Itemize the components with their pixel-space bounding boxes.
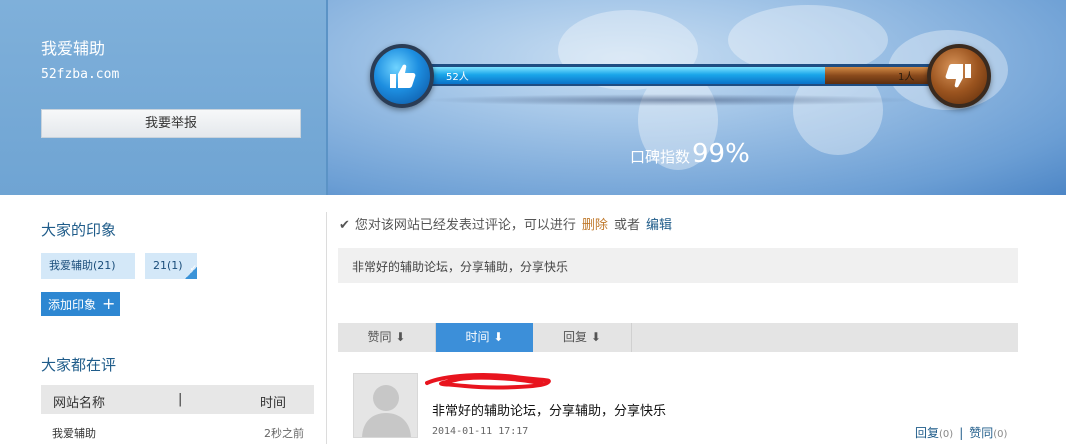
notice-or: 或者 [613, 218, 640, 233]
check-icon: ✓ [185, 264, 197, 279]
plus-icon: + [102, 294, 116, 313]
score-label: 口碑指数 [630, 148, 691, 166]
add-impression-label: 添加印象 [48, 298, 97, 312]
avatar[interactable] [353, 373, 418, 438]
edit-link[interactable]: 编辑 [646, 218, 672, 233]
add-impression-button[interactable]: 添加印象 + [41, 292, 120, 316]
review-actions: 回复(0) | 赞同(0) [915, 424, 1007, 441]
tab-agree[interactable]: 赞同 ⬇ [338, 323, 436, 352]
redaction-scribble [425, 373, 551, 390]
review-time: 2014-01-11 17:17 [432, 426, 529, 437]
agree-link[interactable]: 赞同 [969, 426, 993, 440]
sort-tabs: 赞同 ⬇ 时间 ⬇ 回复 ⬇ [338, 323, 1018, 352]
column-time: 时间 [260, 396, 287, 411]
notice-text: 您对该网站已经发表过评论，可以进行 [354, 218, 576, 233]
review-text: 非常好的辅助论坛，分享辅助，分享快乐 [432, 404, 667, 419]
thumbs-up-icon [390, 64, 416, 88]
reply-count: (0) [939, 429, 954, 440]
reply-link[interactable]: 回复 [915, 426, 939, 440]
arrow-down-icon: ⬇ [395, 330, 406, 344]
report-button[interactable]: 我要举报 [41, 109, 301, 138]
thumbs-down-icon [945, 64, 971, 88]
impressions-title: 大家的印象 [41, 221, 117, 239]
row-site-name[interactable]: 我爱辅助 [52, 425, 96, 441]
impression-tag-label: 我爱辅助(21) [49, 259, 116, 272]
check-icon: ✔ [339, 218, 350, 233]
vote-bar-shadow [420, 94, 920, 106]
site-rating-page: 我爱辅助 52fzba.com 我要举报 52人 1人 口碑指数99% 大家的印… [0, 0, 1066, 444]
table-row[interactable]: 我爱辅助 2秒之前 [41, 420, 314, 444]
reviewing-table-header: 网站名称 | 时间 [41, 385, 314, 414]
tab-time[interactable]: 时间 ⬇ [436, 323, 533, 352]
tab-reply[interactable]: 回复 ⬇ [533, 323, 632, 352]
tab-time-label: 时间 [465, 330, 490, 344]
column-separator: | [178, 392, 183, 407]
dislike-count: 1人 [898, 72, 915, 83]
reviewing-title: 大家都在评 [41, 356, 117, 374]
site-url: 52fzba.com [41, 67, 120, 82]
tab-reply-label: 回复 [563, 330, 588, 344]
my-comment-text: 非常好的辅助论坛，分享辅助，分享快乐 [352, 260, 569, 274]
agree-count: (0) [993, 429, 1008, 440]
reputation-score: 口碑指数99% [630, 139, 750, 169]
site-name: 我爱辅助 [41, 39, 106, 58]
like-bar [420, 67, 825, 84]
arrow-down-icon: ⬇ [493, 330, 504, 344]
column-site-name: 网站名称 [53, 396, 106, 411]
arrow-down-icon: ⬇ [590, 330, 601, 344]
impression-tag[interactable]: 我爱辅助(21) [41, 253, 135, 279]
actions-separator: | [959, 426, 964, 440]
row-time: 2秒之前 [264, 427, 304, 440]
site-info-panel: 我爱辅助 52fzba.com 我要举报 [0, 0, 326, 195]
already-reviewed-notice: ✔ 您对该网站已经发表过评论，可以进行 删除 或者 编辑 [339, 214, 678, 233]
dislike-bar [825, 67, 935, 84]
impression-tag-selected[interactable]: 21(1) ✓ [145, 253, 197, 279]
thumbs-up-button[interactable] [370, 44, 434, 108]
my-comment-box: 非常好的辅助论坛，分享辅助，分享快乐 [338, 248, 1018, 283]
like-count: 52人 [446, 72, 469, 83]
thumbs-down-button[interactable] [927, 44, 991, 108]
score-value: 99% [692, 139, 750, 169]
user-silhouette-icon [362, 385, 411, 437]
delete-link[interactable]: 删除 [582, 218, 608, 233]
impression-tag-label: 21(1) [153, 259, 183, 272]
tab-agree-label: 赞同 [367, 330, 392, 344]
column-divider [326, 212, 327, 444]
